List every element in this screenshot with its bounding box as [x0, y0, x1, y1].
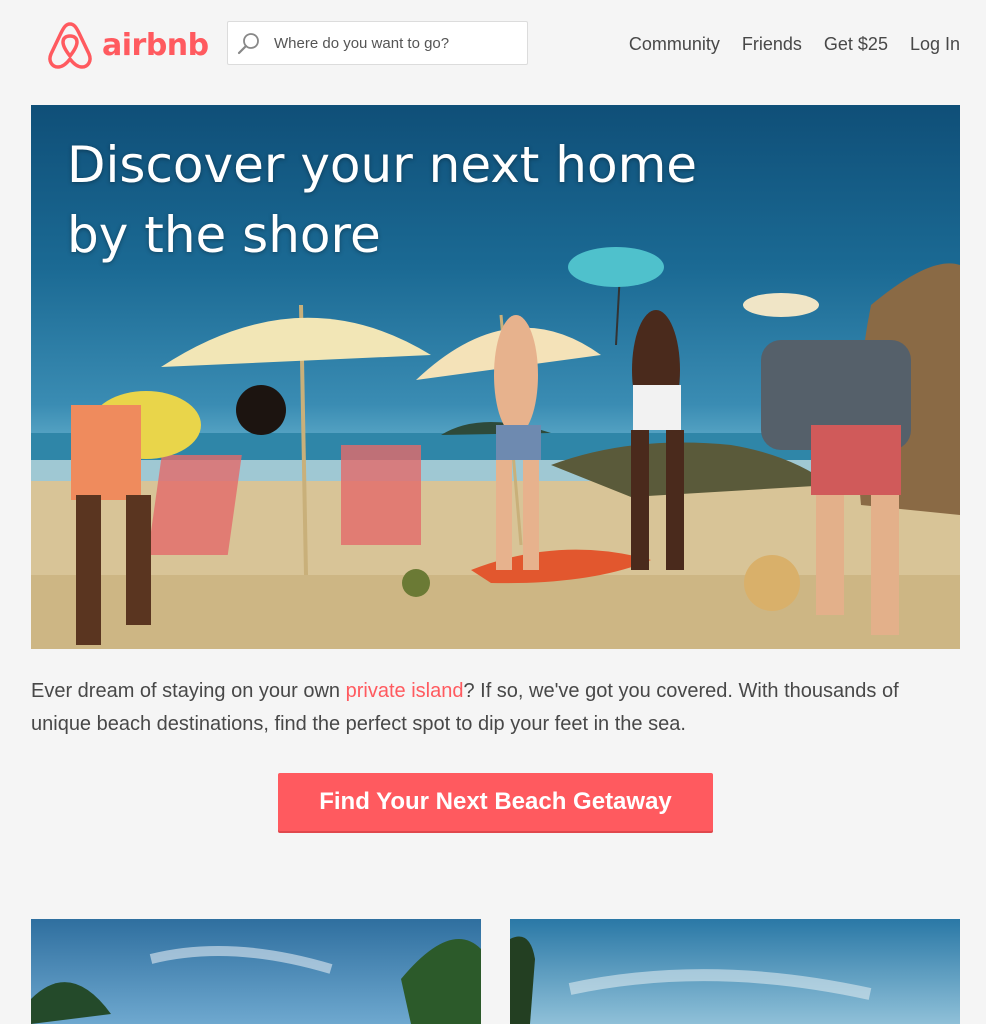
intro-text-before: Ever dream of staying on your own — [31, 680, 346, 702]
nav-login-link[interactable]: Log In — [910, 34, 960, 55]
destination-image-right — [510, 919, 960, 1024]
hero-title-line-1: Discover your next home — [67, 136, 698, 194]
nav-friends-link[interactable]: Friends — [742, 34, 802, 55]
destination-image-left — [31, 919, 481, 1024]
destination-thumbnail-left[interactable] — [31, 919, 481, 1024]
private-island-link[interactable]: private island — [346, 680, 464, 702]
hero-title-line-2: by the shore — [67, 206, 381, 264]
find-beach-getaway-button[interactable]: Find Your Next Beach Getaway — [278, 773, 713, 831]
airbnb-logo[interactable]: airbnb — [46, 20, 209, 70]
hero-banner: Discover your next home by the shore — [31, 105, 960, 649]
nav-get-credit-link[interactable]: Get $25 — [824, 34, 888, 55]
nav-community-link[interactable]: Community — [629, 34, 720, 55]
logo-wordmark: airbnb — [102, 27, 209, 63]
destination-thumbnail-right[interactable] — [510, 919, 960, 1024]
site-header: airbnb Community Friends Get $25 Log In — [0, 0, 986, 90]
top-nav: Community Friends Get $25 Log In — [629, 34, 960, 55]
search-box[interactable] — [227, 21, 528, 65]
airbnb-belo-icon — [48, 22, 92, 69]
intro-paragraph: Ever dream of staying on your own privat… — [31, 675, 961, 741]
search-input[interactable] — [272, 33, 516, 53]
search-icon — [237, 33, 259, 55]
hero-title: Discover your next home by the shore — [67, 130, 787, 270]
